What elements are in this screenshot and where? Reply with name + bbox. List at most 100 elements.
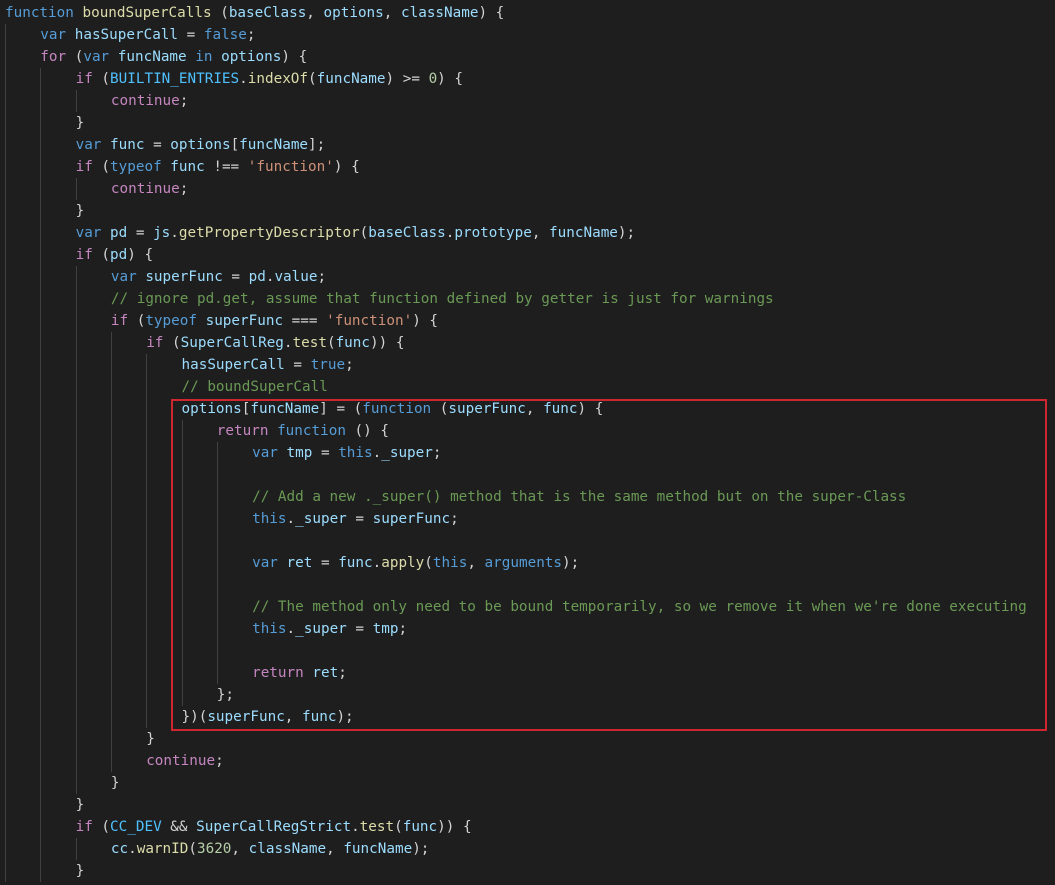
code-token: ( xyxy=(163,335,181,351)
code-token: ] = ( xyxy=(319,401,363,417)
code-token: funcName xyxy=(239,137,309,153)
code-line: if (typeof superFunc === 'function') { xyxy=(111,310,438,332)
code-token: function xyxy=(277,423,346,439)
code-token: CC_DEV xyxy=(110,819,162,835)
code-line: var ret = func.apply(this, arguments); xyxy=(252,552,579,574)
code-token: , xyxy=(231,841,249,857)
code-token: ; xyxy=(450,511,459,527)
code-line: options[funcName] = (function (superFunc… xyxy=(182,398,604,420)
code-token: ) { xyxy=(437,71,463,87)
code-token: return xyxy=(252,665,304,681)
code-token: ( xyxy=(92,247,111,263)
code-token: ) { xyxy=(412,313,439,329)
code-token: . xyxy=(372,445,382,461)
code-token: test xyxy=(292,335,327,351)
code-token: // The method only need to be bound temp… xyxy=(252,599,1027,615)
code-line: }; xyxy=(217,684,234,706)
indent-guide xyxy=(76,90,77,112)
code-token: } xyxy=(75,797,85,813)
code-token: superFunc xyxy=(205,313,284,329)
code-line: var superFunc = pd.value; xyxy=(111,266,326,288)
code-token: pd xyxy=(110,247,128,263)
code-token: ; xyxy=(345,357,354,373)
code-token: , xyxy=(531,225,550,241)
code-line: if (pd) { xyxy=(76,244,153,266)
code-line: function boundSuperCalls (baseClass, opt… xyxy=(5,2,504,24)
code-line: return ret; xyxy=(252,662,347,684)
code-token: , xyxy=(467,555,485,571)
code-token: hasSuperCall xyxy=(181,357,285,373)
code-token: tmp xyxy=(286,445,313,461)
code-token: 3620 xyxy=(196,841,232,857)
code-token: ) >= xyxy=(385,71,429,87)
code-token: . xyxy=(283,335,293,351)
code-token: func xyxy=(543,401,578,417)
code-token: var xyxy=(252,445,278,461)
code-token: continue xyxy=(146,753,216,769)
code-token: ( xyxy=(92,159,111,175)
code-token: ) { xyxy=(127,247,154,263)
code-token: func xyxy=(302,709,337,725)
code-token: . xyxy=(286,511,296,527)
code-line: for (var funcName in options) { xyxy=(40,46,307,68)
code-token: funcName xyxy=(549,225,618,241)
code-token: 'function' xyxy=(247,159,334,175)
code-token: . xyxy=(170,225,179,241)
code-editor[interactable]: function boundSuperCalls (baseClass, opt… xyxy=(0,0,1055,885)
code-token: options xyxy=(221,49,282,65)
code-token: } xyxy=(75,115,85,131)
code-token: ; xyxy=(179,181,189,197)
code-token: )) { xyxy=(437,819,472,835)
code-token: ( xyxy=(359,225,369,241)
code-token: var xyxy=(40,27,67,43)
code-token: _super xyxy=(295,511,347,527)
code-token: baseClass xyxy=(368,225,446,241)
code-token: ); xyxy=(617,225,636,241)
code-token: // Add a new ._super() method that is th… xyxy=(252,489,907,505)
code-token: = xyxy=(144,137,171,153)
code-token: , xyxy=(306,5,324,21)
code-line: })(superFunc, func); xyxy=(182,706,354,728)
code-token: var xyxy=(75,137,102,153)
code-token: ; xyxy=(317,269,327,285)
code-token: var xyxy=(110,269,137,285)
code-line: cc.warnID(3620, className, funcName); xyxy=(111,838,430,860)
code-token: ret xyxy=(312,665,339,681)
indent-guide xyxy=(182,420,183,706)
code-token: in xyxy=(195,49,213,65)
code-token: var xyxy=(75,225,102,241)
code-token: ; xyxy=(215,753,224,769)
code-token: 'function' xyxy=(326,313,413,329)
code-token: baseClass xyxy=(228,5,307,21)
code-line: } xyxy=(76,794,85,816)
code-line: } xyxy=(76,200,85,222)
code-token: hasSuperCall xyxy=(74,27,179,43)
code-line: continue; xyxy=(111,178,188,200)
code-token: this xyxy=(338,445,373,461)
indent-guide xyxy=(146,354,147,728)
code-token: if xyxy=(146,335,164,351)
code-token: ; xyxy=(338,665,347,681)
code-token: !== xyxy=(204,159,248,175)
indent-guide xyxy=(76,266,77,794)
code-line: hasSuperCall = true; xyxy=(182,354,354,376)
code-token: funcName xyxy=(343,841,413,857)
code-token: } xyxy=(75,203,85,219)
code-token: pd xyxy=(248,269,266,285)
code-token: if xyxy=(75,247,93,263)
code-token: superFunc xyxy=(145,269,223,285)
indent-guide xyxy=(217,442,218,684)
code-line: if (CC_DEV && SuperCallRegStrict.test(fu… xyxy=(76,816,472,838)
code-token: [ xyxy=(230,137,240,153)
code-line: // The method only need to be bound temp… xyxy=(252,596,1027,618)
code-token: options xyxy=(323,5,384,21)
code-token: funcName xyxy=(117,49,187,65)
code-token: ); xyxy=(412,841,430,857)
code-token: ( xyxy=(66,49,84,65)
code-token: className xyxy=(401,5,479,21)
code-line: } xyxy=(111,772,120,794)
